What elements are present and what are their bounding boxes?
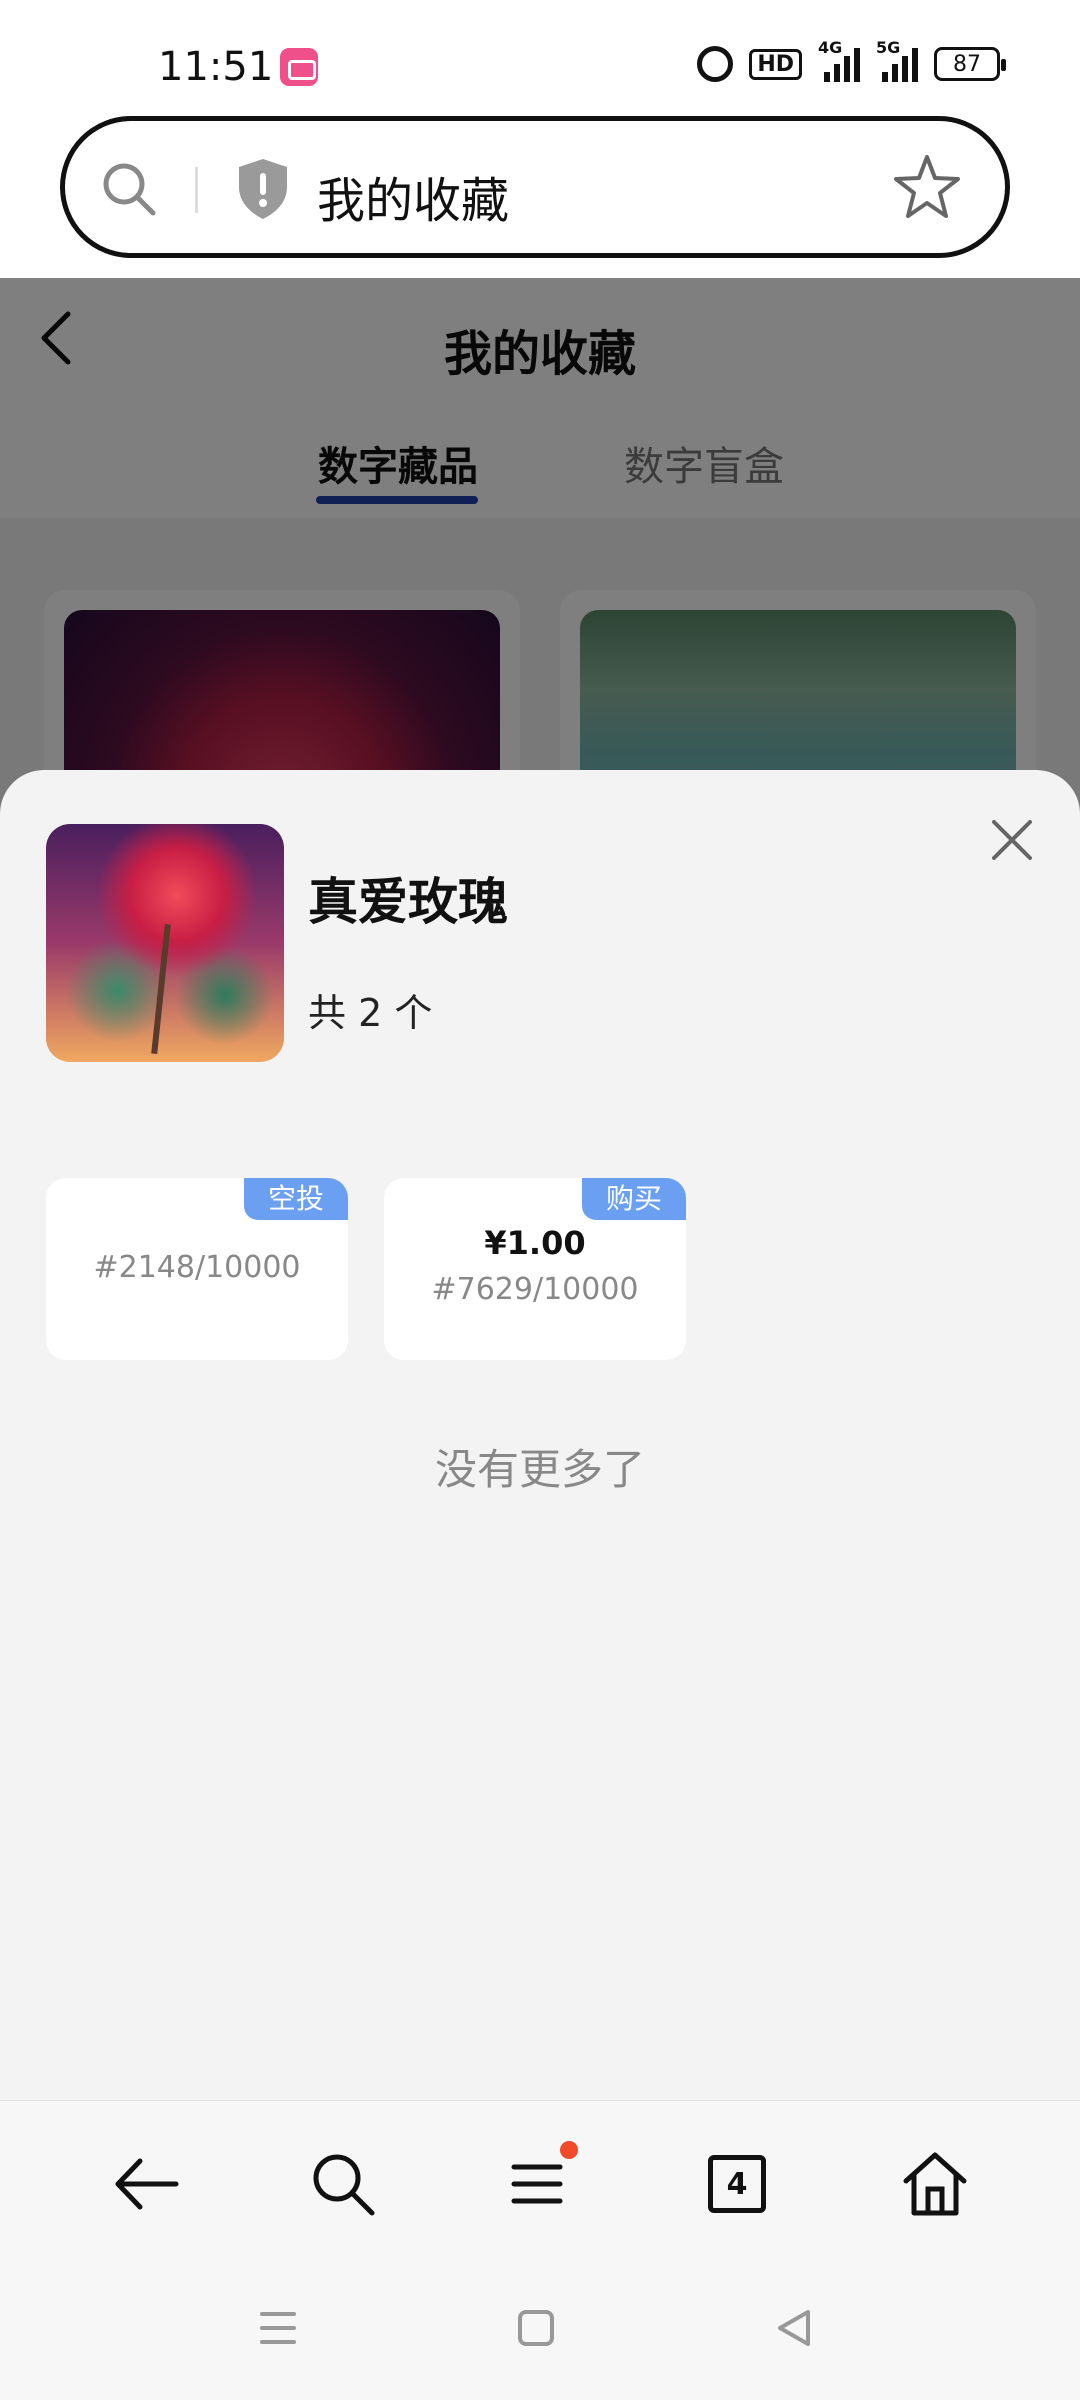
signal-5g-icon: 5G (876, 38, 918, 82)
item-count: 共 2 个 (308, 991, 433, 1035)
token-card[interactable]: 空投 #2148/10000 (46, 1178, 348, 1360)
search-icon[interactable] (99, 159, 159, 219)
menu-button[interactable] (502, 2141, 578, 2219)
search-icon[interactable] (308, 2149, 378, 2219)
token-tag-airdrop: 空投 (243, 1178, 348, 1220)
browser-toolbar: 4 (0, 2100, 1080, 2260)
tab-count: 4 (708, 2155, 766, 2213)
app-notification-icon (280, 48, 318, 86)
back-arrow-icon[interactable] (112, 2149, 182, 2219)
back-triangle-icon[interactable] (770, 2304, 818, 2352)
token-serial: #7629/10000 (431, 1272, 639, 1307)
address-text[interactable]: 我的收藏 (317, 161, 509, 231)
hd-voice-icon: HD (749, 48, 802, 80)
address-divider (195, 167, 198, 213)
home-icon[interactable] (900, 2149, 970, 2219)
token-serial: #2148/10000 (93, 1250, 301, 1285)
status-time: 11:51 (158, 44, 274, 90)
security-shield-icon[interactable] (235, 157, 291, 221)
bookmark-star-icon[interactable] (893, 153, 961, 221)
token-card[interactable]: 购买 ¥1.00 #7629/10000 (384, 1178, 686, 1360)
token-tag-purchase: 购买 (581, 1178, 686, 1220)
recent-apps-icon[interactable] (254, 2304, 302, 2352)
home-square-icon[interactable] (512, 2304, 560, 2352)
item-thumbnail-image (46, 824, 284, 1062)
battery-icon: 87 (934, 47, 1006, 81)
tab-switcher-button[interactable]: 4 (702, 2149, 772, 2219)
status-icons: HD 4G 5G 87 (697, 38, 1006, 82)
hamburger-menu-icon (511, 2164, 563, 2204)
status-bar: 11:51 HD 4G 5G 87 (0, 0, 1080, 110)
end-of-list-text: 没有更多了 (434, 1445, 645, 1494)
alarm-icon (697, 46, 734, 82)
address-bar[interactable]: 我的收藏 (60, 116, 1010, 258)
signal-4g-icon: 4G (818, 38, 860, 82)
close-icon[interactable] (990, 818, 1034, 862)
notification-dot (560, 2141, 578, 2159)
collectible-detail-sheet: 真爱玫瑰 共 2 个 空投 #2148/10000 购买 ¥1.00 #7629… (0, 770, 1080, 2100)
system-navigation-bar (0, 2260, 1080, 2400)
item-name: 真爱玫瑰 (308, 873, 508, 931)
token-price: ¥1.00 (484, 1224, 586, 1262)
